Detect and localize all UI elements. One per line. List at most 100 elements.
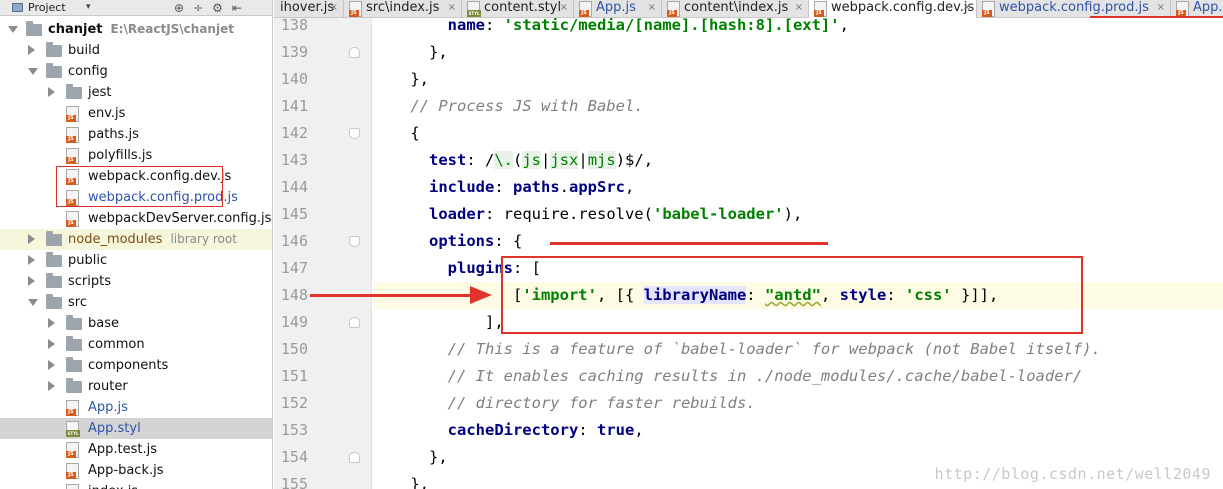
tab-ihover-js[interactable]: ihover.js × bbox=[264, 0, 344, 18]
tree-item-webpack-config-dev-js[interactable]: webpack.config.dev.js bbox=[0, 166, 272, 187]
fold-end-icon[interactable] bbox=[349, 47, 360, 58]
tree-item-app-js[interactable]: App.js bbox=[0, 397, 272, 418]
close-icon[interactable]: × bbox=[560, 0, 568, 15]
folder-icon bbox=[46, 42, 62, 57]
tree-item-paths-js[interactable]: paths.js bbox=[0, 124, 272, 145]
code-line[interactable]: // Process JS with Babel. bbox=[373, 93, 643, 120]
js-file-icon bbox=[814, 1, 827, 17]
tree-item-scripts[interactable]: scripts bbox=[0, 271, 272, 292]
project-panel-title[interactable]: Project bbox=[28, 0, 66, 15]
chevron-down-icon[interactable] bbox=[8, 26, 18, 33]
tree-item-polyfills-js[interactable]: polyfills.js bbox=[0, 145, 272, 166]
split-icon[interactable]: ÷ bbox=[193, 1, 203, 15]
code-line[interactable]: plugins: [ bbox=[373, 255, 541, 282]
code-line[interactable]: }, bbox=[373, 39, 448, 66]
close-icon[interactable]: × bbox=[448, 0, 456, 15]
code-line[interactable]: }, bbox=[373, 444, 448, 471]
chevron-right-icon[interactable] bbox=[48, 339, 55, 349]
chevron-right-icon[interactable] bbox=[28, 45, 35, 55]
tree-item-env-js[interactable]: env.js bbox=[0, 103, 272, 124]
tree-item-webpackdevserver-config-js[interactable]: webpackDevServer.config.js bbox=[0, 208, 272, 229]
tree-item-label: webpackDevServer.config.js bbox=[88, 208, 271, 229]
tree-item-common[interactable]: common bbox=[0, 334, 272, 355]
tab-content-styl[interactable]: content.styl× bbox=[462, 0, 574, 18]
line-number: 139 bbox=[280, 43, 308, 61]
code-line[interactable]: loader: require.resolve('babel-loader'), bbox=[373, 201, 802, 228]
chevron-down-icon[interactable] bbox=[28, 299, 38, 306]
chevron-right-icon[interactable] bbox=[28, 276, 35, 286]
tab-app-js[interactable]: App.js × bbox=[574, 0, 662, 18]
tree-item-name: paths.js bbox=[88, 127, 139, 142]
close-icon[interactable]: × bbox=[648, 0, 656, 15]
code-line[interactable]: // It enables caching results in ./node_… bbox=[373, 363, 1083, 390]
tree-item-build[interactable]: build bbox=[0, 40, 272, 61]
target-icon[interactable]: ⊕ bbox=[174, 1, 184, 15]
tree-item-app-styl[interactable]: App.styl bbox=[0, 418, 272, 439]
tree-item-label: node_modules library root bbox=[68, 229, 237, 250]
line-number: 141 bbox=[280, 97, 308, 115]
tree-item-public[interactable]: public bbox=[0, 250, 272, 271]
tree-item-components[interactable]: components bbox=[0, 355, 272, 376]
tree-item-name: node_modules bbox=[68, 232, 163, 247]
tab-label: content.styl bbox=[484, 0, 562, 15]
close-icon[interactable]: × bbox=[330, 0, 338, 15]
tree-item-webpack-config-prod-js[interactable]: webpack.config.prod.js bbox=[0, 187, 272, 208]
hide-icon[interactable]: ⇤ bbox=[232, 1, 242, 15]
code-line[interactable]: // This is a feature of `babel-loader` f… bbox=[373, 336, 1101, 363]
chevron-down-icon[interactable]: ▾ bbox=[86, 0, 91, 15]
fold-collapse-icon[interactable] bbox=[349, 236, 360, 247]
code-line[interactable]: // directory for faster rebuilds. bbox=[373, 390, 756, 417]
fold-collapse-icon[interactable] bbox=[349, 128, 360, 139]
code-line[interactable]: cacheDirectory: true, bbox=[373, 417, 644, 444]
tree-item-app-test-js[interactable]: App.test.js bbox=[0, 439, 272, 460]
chevron-right-icon[interactable] bbox=[28, 234, 35, 244]
chevron-down-icon[interactable] bbox=[28, 68, 38, 75]
line-number: 149 bbox=[280, 313, 308, 331]
tab-src-index-js[interactable]: src\index.js × bbox=[344, 0, 462, 18]
tree-item-base[interactable]: base bbox=[0, 313, 272, 334]
code-line[interactable]: ['import', [{ libraryName: "antd", style… bbox=[373, 282, 1223, 309]
code-editor[interactable]: 138 139 140 141 142 143 144 145 146 147 148 149 150 1… bbox=[274, 18, 1223, 489]
chevron-right-icon[interactable] bbox=[48, 381, 55, 391]
close-icon[interactable]: × bbox=[963, 0, 971, 15]
tab-content-index-js[interactable]: content\index.js × bbox=[662, 0, 809, 18]
tree-item-src[interactable]: src bbox=[0, 292, 272, 313]
tree-item-index-js[interactable]: index.js bbox=[0, 481, 272, 489]
chevron-right-icon[interactable] bbox=[48, 360, 55, 370]
chevron-right-icon[interactable] bbox=[48, 318, 55, 328]
fold-end-icon[interactable] bbox=[349, 452, 360, 463]
tree-item-node-modules[interactable]: node_modules library root bbox=[0, 229, 272, 250]
tree-item-jest[interactable]: jest bbox=[0, 82, 272, 103]
code-line[interactable]: test: /\.(js|jsx|mjs)$/, bbox=[373, 147, 653, 174]
code-line[interactable]: include: paths.appSrc, bbox=[373, 174, 634, 201]
folder-icon bbox=[26, 21, 42, 36]
fold-end-icon[interactable] bbox=[349, 317, 360, 328]
tree-item-chanjet[interactable]: chanjet E:\ReactJS\chanjet bbox=[0, 19, 272, 40]
tree-item-name: App.js bbox=[88, 400, 128, 415]
tree-item-name: build bbox=[68, 43, 100, 58]
close-icon[interactable]: × bbox=[1157, 0, 1165, 15]
tab-webpack-config-dev-js[interactable]: webpack.config.dev.js× bbox=[809, 0, 977, 19]
folder-icon bbox=[66, 336, 82, 351]
tree-item-config[interactable]: config bbox=[0, 61, 272, 82]
code-line[interactable]: }, bbox=[373, 66, 429, 93]
chevron-right-icon[interactable] bbox=[48, 87, 55, 97]
code-line[interactable]: }, bbox=[373, 471, 429, 489]
close-icon[interactable]: × bbox=[795, 0, 803, 15]
tree-item-router[interactable]: router bbox=[0, 376, 272, 397]
tree-item-label: App.test.js bbox=[88, 439, 157, 460]
chevron-right-icon[interactable] bbox=[28, 255, 35, 265]
gear-icon[interactable]: ⚙ bbox=[212, 1, 223, 15]
code-line[interactable]: options: { bbox=[373, 228, 522, 255]
tree-item-app-back-js[interactable]: App-back.js bbox=[0, 460, 272, 481]
line-number: 150 bbox=[280, 340, 308, 358]
code-line[interactable]: ], bbox=[373, 309, 504, 336]
js-file-icon bbox=[66, 148, 79, 164]
tree-item-label: jest bbox=[88, 82, 111, 103]
code-line[interactable]: { bbox=[373, 120, 419, 147]
js-file-icon bbox=[66, 442, 79, 458]
js-file-icon bbox=[66, 169, 79, 185]
code-line[interactable]: name: 'static/media/[name].[hash:8].[ext… bbox=[373, 18, 849, 39]
tab-label: content\index.js bbox=[684, 0, 789, 15]
line-number: 138 bbox=[280, 18, 308, 34]
